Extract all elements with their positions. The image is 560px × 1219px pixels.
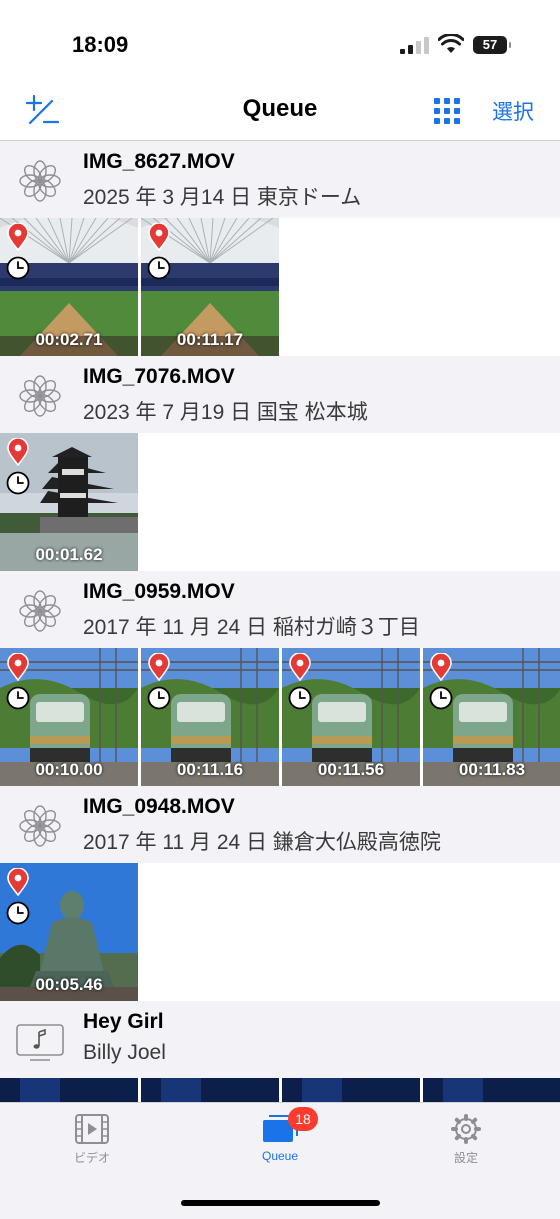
item-title: IMG_7076.MOV	[83, 365, 235, 388]
flower-icon	[16, 587, 64, 635]
video-thumbnail[interactable]	[423, 1078, 560, 1102]
gear-icon	[451, 1114, 481, 1144]
battery-icon: 57	[473, 36, 511, 54]
tab-label: Queue	[261, 1149, 299, 1163]
item-title: IMG_0948.MOV	[83, 795, 235, 818]
item-subtitle: 2017 年 11 月 24 日 稲村ガ崎３丁目	[83, 616, 420, 639]
video-thumbnail[interactable]: 00:11.17	[141, 218, 279, 356]
home-indicator[interactable]	[181, 1200, 380, 1206]
item-subtitle: Billy Joel	[83, 1041, 166, 1064]
queue-item-header[interactable]: IMG_7076.MOV 2023 年 7 月19 日 国宝 松本城	[0, 356, 560, 433]
select-button[interactable]: 選択	[492, 96, 534, 126]
item-subtitle: 2025 年 3 月14 日 東京ドーム	[83, 186, 362, 209]
item-title: IMG_8627.MOV	[83, 150, 235, 173]
clock-icon	[147, 686, 171, 710]
status-time: 18:09	[72, 32, 129, 57]
video-thumbnail[interactable]: 00:11.56	[282, 648, 420, 786]
location-pin-icon	[7, 438, 29, 466]
video-thumbnail[interactable]	[141, 1078, 279, 1102]
item-title: Hey Girl	[83, 1010, 164, 1033]
timestamp-label: 00:10.00	[35, 760, 103, 779]
video-thumbnail[interactable]: 00:11.16	[141, 648, 279, 786]
clock-icon	[6, 901, 30, 925]
queue-count-badge: 18	[288, 1107, 318, 1131]
flower-icon	[16, 372, 64, 420]
clock-icon	[429, 686, 453, 710]
location-pin-icon	[289, 653, 311, 681]
location-pin-icon	[148, 653, 170, 681]
cellular-signal-icon	[400, 36, 430, 54]
wifi-icon	[438, 34, 464, 53]
queue-item-header[interactable]: Hey Girl Billy Joel	[0, 1001, 560, 1078]
flower-icon	[16, 157, 64, 205]
location-pin-icon	[7, 868, 29, 896]
location-pin-icon	[7, 653, 29, 681]
video-thumbnail[interactable]: 00:05.46	[0, 863, 138, 1001]
video-thumbnail[interactable]: 00:10.00	[0, 648, 138, 786]
timestamp-label: 00:11.16	[176, 760, 244, 779]
clock-icon	[6, 471, 30, 495]
clock-icon	[6, 256, 30, 280]
location-pin-icon	[7, 223, 29, 251]
thumbnail-row	[0, 1078, 560, 1102]
tab-bar: ビデオ 18 Queue 設定	[0, 1102, 560, 1219]
thumbnail-row: 00:01.62	[0, 433, 560, 571]
queue-list[interactable]: IMG_8627.MOV 2025 年 3 月14 日 東京ドーム 00:02.…	[0, 141, 560, 1102]
video-thumbnail[interactable]	[282, 1078, 420, 1102]
timestamp-label: 00:11.83	[458, 760, 526, 779]
tab-label: ビデオ	[73, 1151, 110, 1165]
flower-icon	[16, 802, 64, 850]
video-thumbnail[interactable]: 00:01.62	[0, 433, 138, 571]
timestamp-label: 00:02.71	[35, 330, 103, 349]
location-pin-icon	[430, 653, 452, 681]
thumbnail-row: 00:10.00 00:11.16 00:11.56 00:11.83	[0, 648, 560, 786]
queue-item-header[interactable]: IMG_8627.MOV 2025 年 3 月14 日 東京ドーム	[0, 141, 560, 218]
timestamp-label: 00:05.46	[35, 975, 103, 994]
film-icon	[75, 1114, 109, 1144]
thumbnail-row: 00:02.71 00:11.17	[0, 218, 560, 356]
item-subtitle: 2023 年 7 月19 日 国宝 松本城	[83, 401, 368, 424]
timestamp-label: 00:11.17	[176, 330, 244, 349]
clock-icon	[147, 256, 171, 280]
status-bar: 18:09 57	[0, 0, 560, 88]
grid-view-icon[interactable]	[434, 98, 460, 124]
item-subtitle: 2017 年 11 月 24 日 鎌倉大仏殿高徳院	[83, 831, 441, 854]
music-icon	[16, 1017, 64, 1065]
timestamp-label: 00:01.62	[35, 545, 103, 564]
thumbnail-row: 00:05.46	[0, 863, 560, 1001]
tab-queue[interactable]: 18 Queue	[230, 1107, 330, 1163]
video-thumbnail[interactable]: 00:11.83	[423, 648, 560, 786]
item-title: IMG_0959.MOV	[83, 580, 235, 603]
video-thumbnail[interactable]	[0, 1078, 138, 1102]
location-pin-icon	[148, 223, 170, 251]
tab-settings[interactable]: 設定	[416, 1113, 516, 1166]
clock-icon	[288, 686, 312, 710]
page-title: Queue	[242, 95, 318, 122]
tab-label: 設定	[453, 1151, 478, 1165]
clock-icon	[6, 686, 30, 710]
timestamp-label: 00:11.56	[317, 760, 385, 779]
tab-video[interactable]: ビデオ	[42, 1113, 142, 1166]
navigation-bar: Queue 選択	[0, 88, 560, 141]
queue-item-header[interactable]: IMG_0948.MOV 2017 年 11 月 24 日 鎌倉大仏殿高徳院	[0, 786, 560, 863]
video-thumbnail[interactable]: 00:02.71	[0, 218, 138, 356]
queue-item-header[interactable]: IMG_0959.MOV 2017 年 11 月 24 日 稲村ガ崎３丁目	[0, 571, 560, 648]
